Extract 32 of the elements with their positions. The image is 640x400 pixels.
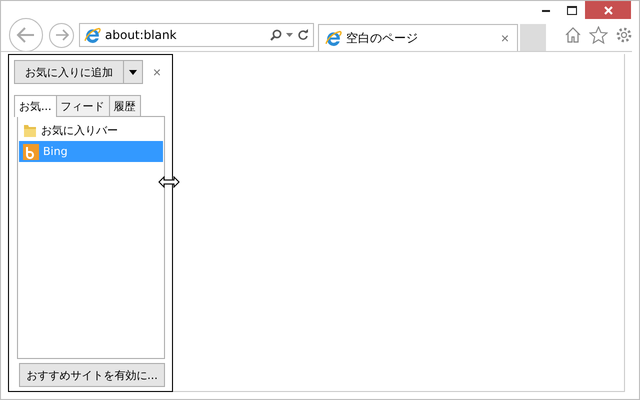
home-icon[interactable] — [564, 26, 582, 44]
panel-tab[interactable]: フィード — [56, 95, 110, 116]
forward-arrow-icon — [54, 29, 68, 41]
back-arrow-icon — [16, 26, 36, 44]
minimize-icon — [542, 8, 550, 12]
address-field[interactable]: about:blank — [105, 28, 266, 42]
search-icon[interactable] — [270, 29, 282, 41]
star-icon[interactable] — [589, 26, 608, 44]
caret-icon — [129, 70, 137, 74]
caret-icon[interactable] — [286, 33, 293, 37]
close-icon — [604, 6, 612, 14]
tab-title: 空白のページ — [346, 30, 419, 46]
maximize-icon — [567, 6, 577, 14]
folder-icon — [23, 123, 37, 138]
browser-logo-icon — [325, 30, 342, 46]
add-favorite-button[interactable]: お気に入りに追加 — [14, 60, 124, 84]
site-icon — [23, 144, 39, 160]
browser-logo-icon — [84, 26, 101, 44]
refresh-icon[interactable] — [297, 29, 309, 41]
tab-close-button[interactable]: × — [498, 30, 511, 46]
address-bar[interactable]: about:blank — [79, 23, 314, 47]
panel-close-button[interactable]: × — [150, 64, 163, 80]
browser-tab[interactable]: 空白のページ × — [318, 24, 518, 51]
panel-tab[interactable]: 履歴 — [108, 95, 140, 116]
settings-icon[interactable] — [615, 26, 633, 44]
panel-tab[interactable]: お気... — [14, 95, 56, 117]
favorite-item[interactable]: お気に入りバー — [19, 120, 163, 141]
dropdown-button[interactable] — [124, 60, 143, 84]
suggested-sites-button[interactable]: おすすめサイトを有効に... — [19, 363, 165, 387]
close-button[interactable] — [585, 1, 631, 19]
forward-button[interactable] — [49, 22, 74, 48]
back-button[interactable] — [9, 18, 43, 52]
